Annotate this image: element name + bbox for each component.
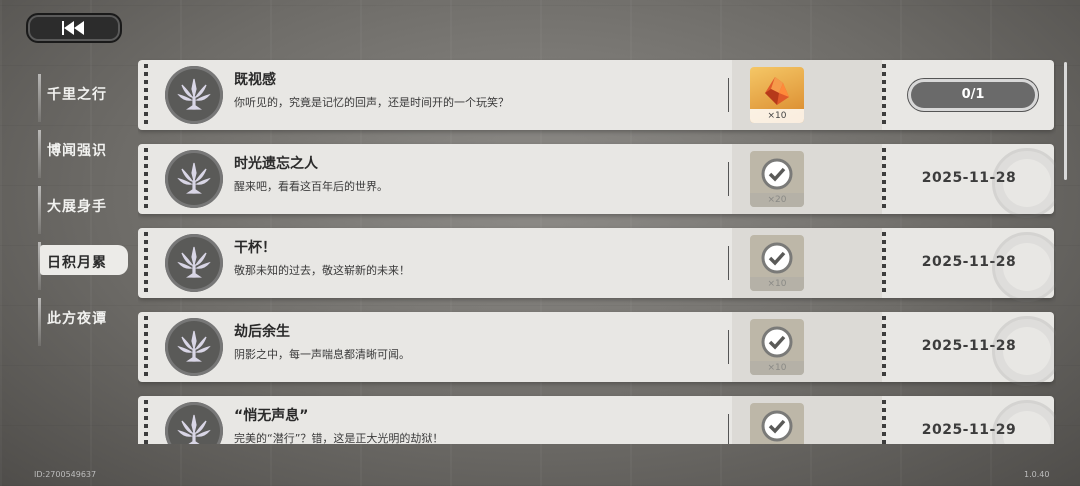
achievement-card: 既视感 你听见的，究竟是记忆的回声，还是时间开的一个玩笑？ ×10 0/1	[138, 60, 1054, 130]
divider	[728, 246, 729, 280]
check-badge-icon	[757, 323, 797, 361]
reward-quantity: ×10	[750, 277, 804, 291]
tab-label: 博闻强识	[47, 143, 107, 159]
perforation	[144, 316, 148, 378]
reward-quantity: ×10	[750, 109, 804, 123]
back-button[interactable]	[26, 13, 122, 43]
achievement-card: 干杯！ 敬那未知的过去，敬这崭新的未来！ ×10 2025-11-28	[138, 228, 1056, 302]
achievement-description: 敬那未知的过去，敬这崭新的未来！	[234, 264, 410, 277]
rewind-icon	[62, 21, 84, 35]
tab-label: 千里之行	[47, 87, 107, 103]
progress-text: 0/1	[961, 87, 985, 102]
perforation	[144, 64, 148, 126]
check-badge-icon	[757, 407, 797, 444]
flower-crest-icon	[165, 150, 223, 208]
achievement-title: 劫后余生	[234, 324, 290, 340]
achievement-card: 时光遗忘之人 醒来吧，看看这百年后的世界。 ×20 2025-11-28	[138, 144, 1056, 218]
reward-item[interactable]	[750, 403, 804, 444]
perforation	[882, 64, 886, 126]
achievement-description: 醒来吧，看看这百年后的世界。	[234, 180, 388, 193]
tab-dazhan[interactable]: 大展身手	[38, 178, 130, 234]
achievement-card: “悄无声息” 完美的“潜行”？错，这是正大光明的劫狱！ 2025-11-29	[138, 396, 1056, 444]
version-label: 1.0.40	[1024, 470, 1050, 479]
tab-label: 大展身手	[47, 199, 107, 215]
flower-crest-icon	[165, 66, 223, 124]
perforation	[144, 232, 148, 294]
reward-item[interactable]: ×10	[750, 235, 804, 291]
divider	[728, 162, 729, 196]
check-badge-icon	[757, 239, 797, 277]
tab-divider	[38, 298, 41, 346]
achievement-list[interactable]: 既视感 你听见的，究竟是记忆的回声，还是时间开的一个玩笑？ ×10 0/1 时光…	[138, 58, 1056, 444]
achievement-title: 时光遗忘之人	[234, 156, 318, 172]
tab-qianli[interactable]: 千里之行	[38, 66, 130, 122]
tab-divider	[38, 130, 41, 178]
category-sidebar: 千里之行 博闻强识 大展身手 日积月累 此方夜谭	[38, 66, 130, 346]
perforation	[144, 148, 148, 210]
achievement-description: 你听见的，究竟是记忆的回声，还是时间开的一个玩笑？	[234, 96, 509, 109]
achievement-title: 既视感	[234, 72, 276, 88]
divider	[728, 330, 729, 364]
player-id: ID:2700549637	[34, 470, 97, 479]
reward-quantity: ×20	[750, 193, 804, 207]
tab-label: 此方夜谭	[47, 311, 107, 327]
flower-crest-icon	[165, 234, 223, 292]
tab-divider	[38, 186, 41, 234]
perforation	[144, 400, 148, 444]
progress-button[interactable]: 0/1	[908, 79, 1038, 111]
tab-cifang[interactable]: 此方夜谭	[38, 290, 130, 346]
divider	[728, 414, 729, 444]
achievement-title: 干杯！	[234, 240, 276, 256]
seal-watermark	[992, 232, 1056, 302]
check-badge-icon	[757, 155, 797, 193]
reward-item[interactable]: ×20	[750, 151, 804, 207]
divider	[728, 78, 729, 112]
list-scrollbar[interactable]	[1064, 62, 1067, 180]
achievement-description: 阴影之中，每一声喘息都清晰可闻。	[234, 348, 410, 361]
achievement-card: 劫后余生 阴影之中，每一声喘息都清晰可闻。 ×10 2025-11-28	[138, 312, 1056, 386]
reward-item[interactable]: ×10	[750, 319, 804, 375]
tab-label: 日积月累	[47, 255, 107, 271]
reward-item[interactable]: ×10	[750, 67, 804, 123]
achievement-description: 完美的“潜行”？错，这是正大光明的劫狱！	[234, 432, 444, 444]
tab-divider	[38, 74, 41, 122]
crystal-icon	[757, 71, 797, 109]
tab-riji[interactable]: 日积月累	[38, 234, 130, 290]
seal-watermark	[992, 316, 1056, 386]
flower-crest-icon	[165, 318, 223, 376]
achievement-title: “悄无声息”	[234, 408, 309, 424]
seal-watermark	[992, 400, 1056, 444]
seal-watermark	[992, 148, 1056, 218]
reward-quantity: ×10	[750, 361, 804, 375]
flower-crest-icon	[165, 402, 223, 444]
tab-bowen[interactable]: 博闻强识	[38, 122, 130, 178]
